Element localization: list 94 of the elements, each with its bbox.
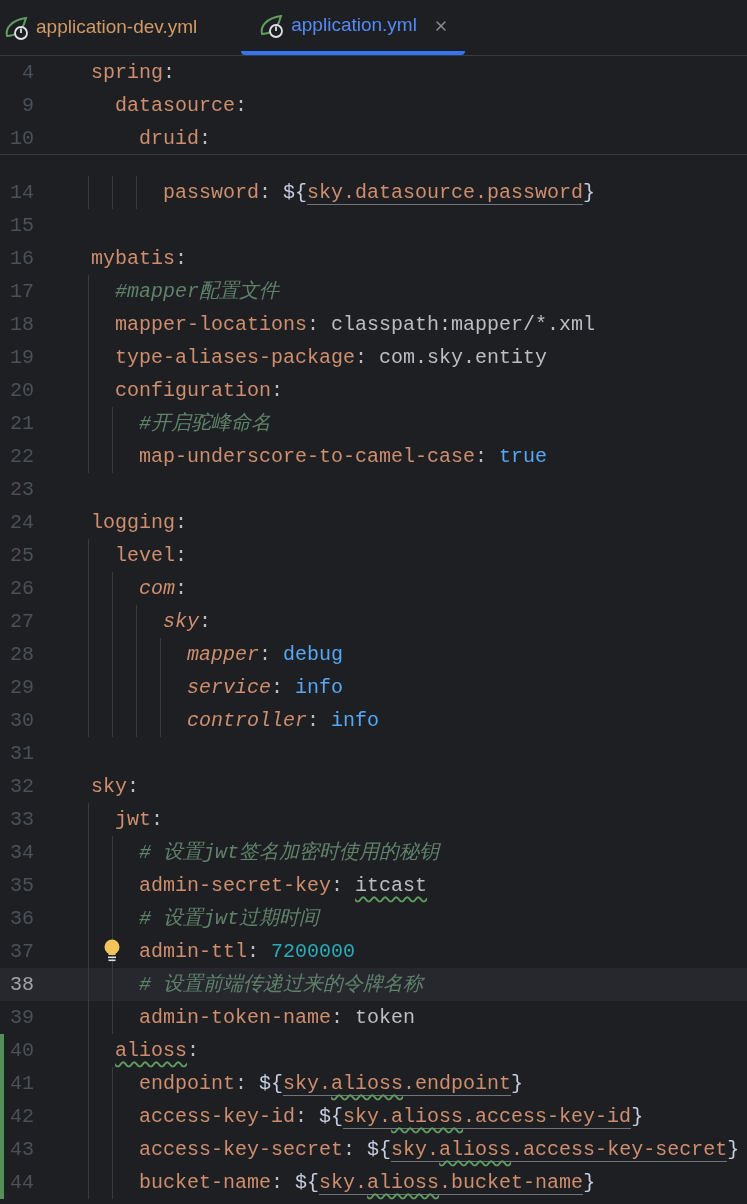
number-value: 7200000 (271, 939, 356, 963)
brace: ${ (367, 1137, 392, 1161)
yaml-key: druid (139, 126, 199, 150)
yaml-value: itcast (355, 873, 428, 897)
light-bulb-icon[interactable] (103, 939, 121, 963)
brace: ${ (295, 1170, 320, 1194)
yaml-value: com.sky.entity (379, 345, 548, 369)
colon: : (259, 180, 273, 204)
colon: : (175, 510, 188, 534)
yaml-key: mapper (187, 642, 259, 666)
yaml-value: info (331, 708, 380, 732)
brace: } (583, 1170, 596, 1194)
colon: : (187, 1038, 200, 1062)
colon: : (235, 93, 248, 117)
colon: : (271, 378, 284, 402)
placeholder-reference: sky. (391, 1137, 440, 1162)
yaml-key: configuration (115, 378, 272, 402)
yaml-key: spring (91, 60, 163, 84)
placeholder-reference: alioss (331, 1071, 404, 1096)
yaml-key: password (163, 180, 259, 204)
yaml-key: admin-secret-key (139, 873, 332, 897)
yaml-key: endpoint (139, 1071, 235, 1095)
colon: : (343, 1137, 357, 1161)
colon: : (295, 1104, 309, 1128)
placeholder-reference: .endpoint (403, 1071, 512, 1096)
colon: : (175, 543, 188, 567)
yaml-key: bucket-name (139, 1170, 272, 1194)
colon: : (127, 774, 140, 798)
spring-file-icon (4, 15, 30, 40)
yaml-key: admin-ttl (139, 939, 248, 963)
colon: : (247, 939, 261, 963)
yaml-value: debug (283, 642, 344, 666)
code-comment: # 设置jwt过期时间 (139, 906, 319, 930)
yaml-key: level (115, 543, 175, 567)
yaml-key: map-underscore-to-camel-case (139, 444, 476, 468)
colon: : (175, 246, 188, 270)
code-comment: # 设置jwt签名加密时使用的秘钥 (139, 840, 439, 864)
code-comment: # 设置前端传递过来的令牌名称 (139, 972, 423, 996)
brace: } (631, 1104, 644, 1128)
placeholder-reference: alioss (367, 1170, 440, 1195)
code-comment: #开启驼峰命名 (139, 411, 271, 435)
placeholder-reference: sky.datasource.password (307, 180, 584, 205)
colon: : (331, 873, 345, 897)
placeholder-reference: sky. (343, 1104, 392, 1129)
yaml-key: controller (187, 708, 308, 732)
brace: ${ (283, 180, 308, 204)
yaml-key: admin-token-name (139, 1005, 332, 1029)
brace: ${ (259, 1071, 284, 1095)
yaml-key: type-aliases-package (115, 345, 356, 369)
placeholder-reference: .access-key-secret (511, 1137, 728, 1162)
yaml-key: alioss (115, 1038, 187, 1062)
placeholder-reference: .bucket-name (439, 1170, 584, 1195)
yaml-key: jwt (115, 807, 151, 831)
colon: : (355, 345, 369, 369)
yaml-key: access-key-secret (139, 1137, 344, 1161)
colon: : (175, 576, 188, 600)
brace: ${ (319, 1104, 344, 1128)
colon: : (271, 675, 285, 699)
colon: : (475, 444, 489, 468)
yaml-value: info (295, 675, 344, 699)
brace: } (583, 180, 596, 204)
yaml-value: token (355, 1005, 416, 1029)
code-comment: #mapper配置文件 (115, 279, 279, 303)
colon: : (307, 708, 321, 732)
colon: : (235, 1071, 249, 1095)
yaml-key: mybatis (91, 246, 175, 270)
placeholder-reference: .access-key-id (463, 1104, 632, 1129)
yaml-value: classpath:mapper/*.xml (331, 312, 596, 336)
yaml-key: mapper-locations (115, 312, 308, 336)
colon: : (259, 642, 273, 666)
placeholder-reference: alioss (439, 1137, 512, 1162)
placeholder-reference: sky. (319, 1170, 368, 1195)
colon: : (199, 126, 212, 150)
colon: : (199, 609, 212, 633)
yaml-key: access-key-id (139, 1104, 296, 1128)
yaml-key: service (187, 675, 271, 699)
brace: } (727, 1137, 740, 1161)
colon: : (271, 1170, 285, 1194)
spring-file-icon (259, 13, 286, 38)
yaml-key: sky (91, 774, 127, 798)
brace: } (511, 1071, 524, 1095)
yaml-key: logging (91, 510, 175, 534)
colon: : (307, 312, 321, 336)
yaml-key: com (139, 576, 175, 600)
colon: : (151, 807, 164, 831)
placeholder-reference: sky. (283, 1071, 332, 1096)
colon: : (163, 60, 176, 84)
yaml-value: true (499, 444, 548, 468)
colon: : (331, 1005, 345, 1029)
placeholder-reference: alioss (391, 1104, 464, 1129)
line-number: 38 (10, 972, 34, 996)
yaml-key: sky (163, 609, 199, 633)
yaml-key: datasource (115, 93, 236, 117)
editor-tab[interactable]: application-dev.yml (0, 0, 242, 55)
